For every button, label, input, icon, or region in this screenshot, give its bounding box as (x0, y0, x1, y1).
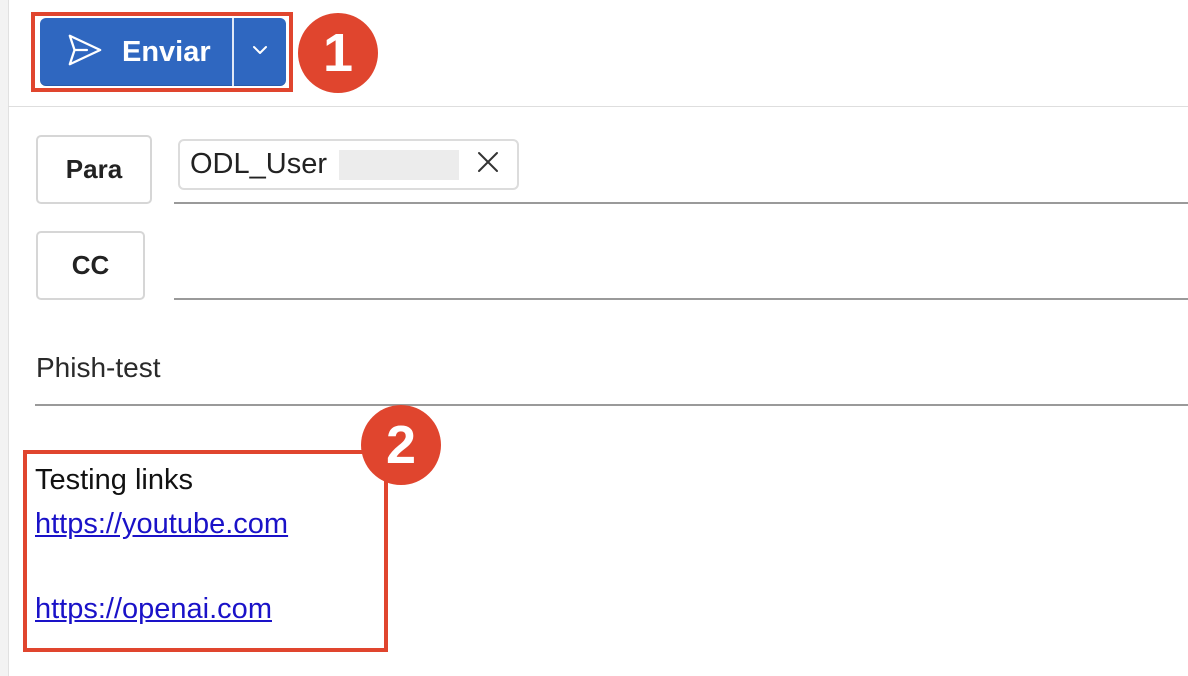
annotation-badge-1: 1 (298, 13, 378, 93)
cc-field-underline (174, 298, 1188, 300)
toolbar-divider (8, 106, 1188, 107)
subject-input[interactable]: Phish-test (36, 352, 161, 384)
annotation-highlight-body (23, 450, 388, 652)
window-left-edge (0, 0, 9, 676)
redacted-email (339, 149, 459, 180)
recipient-chip-name: ODL_User (190, 148, 327, 180)
to-button[interactable]: Para (36, 135, 152, 204)
cc-button[interactable]: CC (36, 231, 145, 300)
annotation-badge-2: 2 (361, 405, 441, 485)
recipient-chip[interactable]: ODL_User (178, 139, 519, 190)
close-icon (476, 150, 500, 179)
remove-recipient-button[interactable] (475, 152, 501, 178)
to-field-underline (174, 202, 1188, 204)
subject-underline (35, 404, 1188, 406)
annotation-highlight-send (31, 12, 293, 92)
